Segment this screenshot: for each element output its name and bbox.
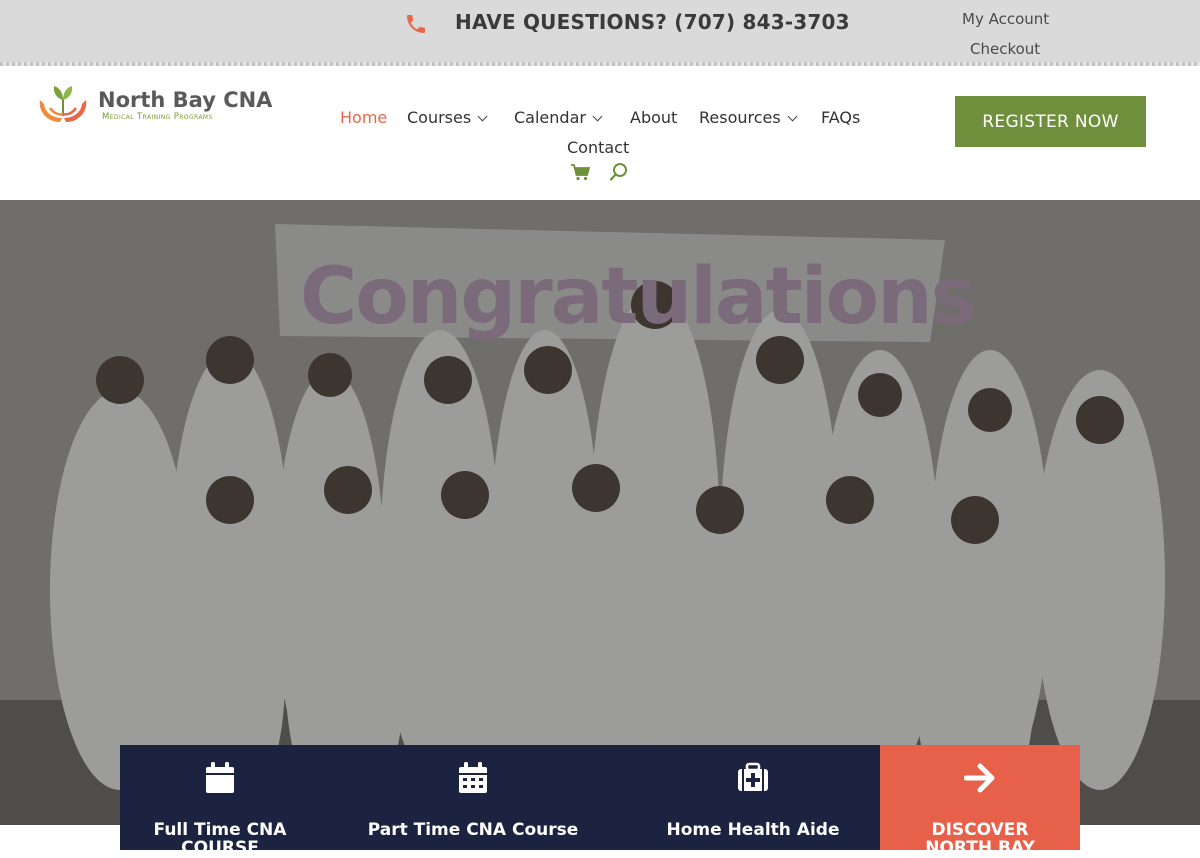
logo[interactable]: North Bay CNA Medical Training Programs <box>36 82 276 126</box>
site-header: North Bay CNA Medical Training Programs … <box>0 66 1200 200</box>
cart-icon[interactable] <box>571 164 590 181</box>
logo-hands-icon <box>39 86 87 122</box>
nav-contact-label: Contact <box>567 138 630 157</box>
hero-image: Congratulations <box>0 200 1200 825</box>
feature-bar: Full Time CNA COURSE Part Time CNA Cours… <box>120 745 1080 857</box>
calendar-icon <box>206 762 234 793</box>
nav-about[interactable]: About <box>630 108 677 127</box>
nav-contact[interactable]: Contact <box>567 138 629 157</box>
register-now-button[interactable]: REGISTER NOW <box>955 96 1146 147</box>
home-health-aide-card[interactable]: Home Health Aide <box>626 745 880 850</box>
nav-home-label: Home <box>340 108 388 127</box>
nav-home[interactable]: Home <box>340 108 387 127</box>
discover-north-bay-label: DISCOVER NORTH BAY <box>925 820 1035 858</box>
search-icon[interactable] <box>609 162 629 182</box>
nav-resources-label: Resources <box>699 108 781 127</box>
nav-resources[interactable]: Resources <box>699 108 798 127</box>
nav-courses[interactable]: Courses <box>407 108 488 127</box>
nav-calendar-label: Calendar <box>514 108 586 127</box>
logo-subtitle: Medical Training Programs <box>102 112 213 122</box>
nav-courses-label: Courses <box>407 108 472 127</box>
nav-calendar[interactable]: Calendar <box>514 108 603 127</box>
part-time-cna-label: Part Time CNA Course <box>367 820 579 840</box>
arrow-right-icon <box>964 763 995 793</box>
nav-faqs[interactable]: FAQs <box>821 108 860 127</box>
home-health-aide-label: Home Health Aide <box>666 820 840 840</box>
my-account-link[interactable]: My Account <box>962 10 1049 28</box>
full-time-cna-card[interactable]: Full Time CNA COURSE <box>120 745 320 857</box>
phone-icon <box>407 15 425 33</box>
calendar-grid-icon <box>459 762 487 793</box>
questions-phone-text[interactable]: HAVE QUESTIONS? (707) 843-3703 <box>455 10 850 34</box>
discover-north-bay-card[interactable]: DISCOVER NORTH BAY <box>880 745 1080 857</box>
part-time-cna-card[interactable]: Part Time CNA Course <box>320 745 626 850</box>
top-bar: HAVE QUESTIONS? (707) 843-3703 My Accoun… <box>0 0 1200 66</box>
nav-about-label: About <box>630 108 678 127</box>
nav-faqs-label: FAQs <box>821 108 861 127</box>
chevron-down-icon <box>592 111 603 122</box>
chevron-down-icon <box>787 111 798 122</box>
logo-title: North Bay CNA <box>98 88 273 112</box>
medical-kit-icon <box>738 762 768 791</box>
banner-text: Congratulations <box>300 252 977 342</box>
chevron-down-icon <box>477 111 488 122</box>
full-time-cna-label: Full Time CNA COURSE <box>153 820 287 858</box>
checkout-link[interactable]: Checkout <box>970 40 1040 58</box>
